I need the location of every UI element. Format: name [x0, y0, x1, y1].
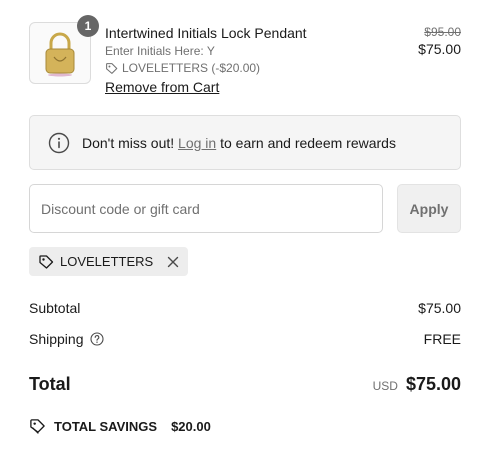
savings-label: TOTAL SAVINGS [54, 419, 158, 434]
discount-code-input[interactable] [29, 184, 383, 233]
line-discount-text: LOVELETTERS (-$20.00) [122, 61, 261, 75]
cart-line-item: 1 Intertwined Initials Lock Pendant Ente… [29, 15, 461, 97]
rewards-banner: Don't miss out! Log in to earn and redee… [29, 115, 461, 170]
applied-code-text: LOVELETTERS [60, 254, 154, 269]
shipping-label: Shipping [29, 331, 84, 347]
total-label: Total [29, 373, 71, 394]
rewards-message: Don't miss out! Log in to earn and redee… [82, 135, 396, 151]
line-discount: LOVELETTERS (-$20.00) [105, 60, 307, 76]
shipping-row: Shipping FREE [29, 330, 461, 348]
product-property: Enter Initials Here: Y [105, 44, 215, 58]
tag-icon [39, 254, 54, 269]
login-link[interactable]: Log in [178, 135, 216, 151]
close-icon [168, 256, 179, 267]
savings-value: $20.00 [171, 419, 211, 434]
total-savings: TOTAL SAVINGS $20.00 [29, 418, 211, 435]
total-value: $75.00 [405, 373, 461, 394]
currency-code: USD [372, 378, 398, 393]
help-icon[interactable] [89, 332, 104, 346]
line-item-prices: $95.00 $75.00 [418, 25, 461, 58]
lock-pendant-icon [45, 32, 75, 77]
applied-discount-tag: LOVELETTERS [29, 247, 189, 276]
line-item-details: Intertwined Initials Lock Pendant Enter … [105, 24, 307, 97]
product-name: Intertwined Initials Lock Pendant [105, 25, 307, 41]
rewards-text-before: Don't miss out! [82, 134, 175, 151]
rewards-text-after: to earn and redeem rewards [220, 134, 396, 151]
total-row: Total USD $75.00 [29, 372, 461, 396]
original-price: $95.00 [424, 25, 461, 39]
savings-tag-icon [30, 419, 45, 434]
subtotal-value: $75.00 [418, 300, 461, 316]
total-amount-group: USD $75.00 [373, 374, 461, 395]
apply-button[interactable]: Apply [397, 184, 461, 233]
tag-icon [106, 62, 118, 74]
subtotal-label: Subtotal [29, 300, 81, 316]
remove-from-cart-link[interactable]: Remove from Cart [105, 79, 219, 95]
quantity-badge: 1 [77, 15, 99, 37]
shipping-value: FREE [423, 331, 461, 347]
info-icon [48, 132, 70, 153]
current-price: $75.00 [418, 41, 461, 57]
subtotal-row: Subtotal $75.00 [29, 299, 461, 317]
remove-code-button[interactable] [167, 256, 179, 268]
shipping-label-group: Shipping [29, 331, 104, 347]
